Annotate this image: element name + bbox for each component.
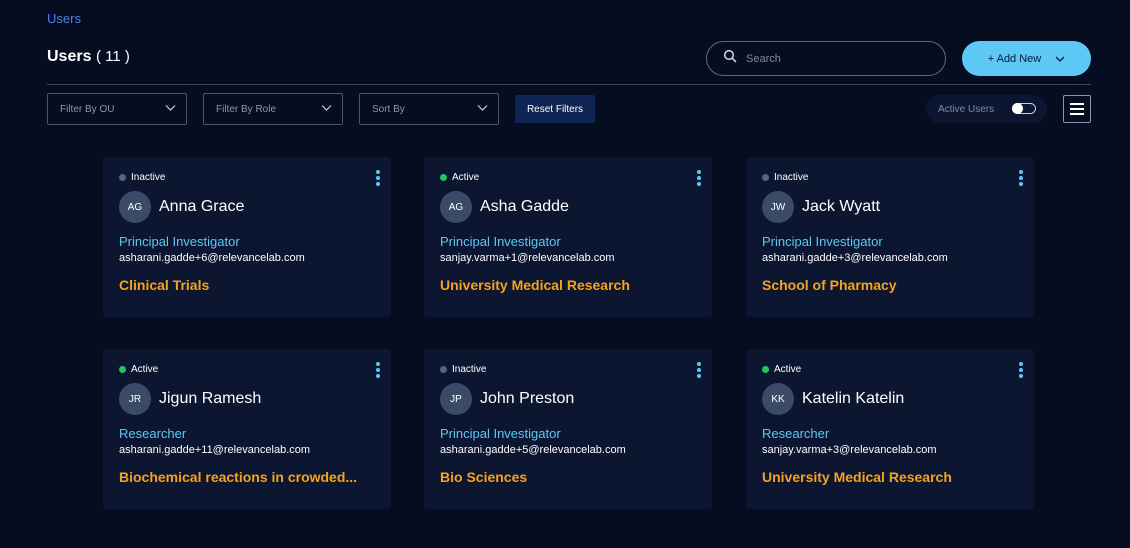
chevron-down-icon [321, 102, 332, 116]
avatar: JP [440, 383, 472, 415]
user-email: sanjay.varma+3@relevancelab.com [762, 444, 937, 456]
avatar: KK [762, 383, 794, 415]
user-role: Principal Investigator [440, 426, 561, 441]
user-role: Researcher [762, 426, 830, 441]
user-ou: Biochemical reactions in crowded... [119, 469, 358, 485]
more-options-icon[interactable] [696, 170, 702, 186]
user-name: Jack Wyatt [802, 198, 881, 215]
filter-by-ou-select[interactable]: Filter By OU [47, 93, 187, 125]
user-count: ( 11 ) [95, 48, 130, 65]
more-options-icon[interactable] [375, 170, 381, 186]
user-email: sanjay.varma+1@relevancelab.com [440, 252, 615, 264]
status-badge: Inactive [119, 172, 165, 183]
status-text: Active [774, 364, 802, 375]
avatar: AG [440, 191, 472, 223]
user-role: Principal Investigator [762, 234, 883, 249]
user-name: Anna Grace [159, 198, 245, 215]
filter-by-ou-label: Filter By OU [60, 103, 115, 115]
status-text: Active [452, 172, 480, 183]
user-email: asharani.gadde+3@relevancelab.com [762, 252, 948, 264]
status-dot [762, 174, 769, 181]
status-dot [440, 174, 447, 181]
status-badge: Active [119, 364, 158, 375]
hamburger-menu-icon[interactable] [1063, 95, 1091, 123]
user-name: Katelin Katelin [802, 390, 905, 407]
user-card[interactable]: Active JR Jigun Ramesh Researcher ashara… [103, 349, 391, 509]
status-badge: Inactive [762, 172, 808, 183]
user-card[interactable]: Inactive JP John Preston Principal Inves… [424, 349, 712, 509]
status-dot [119, 174, 126, 181]
user-role: Principal Investigator [440, 234, 561, 249]
more-options-icon[interactable] [1018, 362, 1024, 378]
active-users-toggle[interactable]: Active Users [926, 95, 1047, 123]
more-options-icon[interactable] [1018, 170, 1024, 186]
avatar: JW [762, 191, 794, 223]
user-name: John Preston [480, 390, 575, 407]
search-input[interactable] [746, 52, 936, 65]
active-users-label: Active Users [938, 103, 995, 115]
status-text: Inactive [131, 172, 166, 183]
more-options-icon[interactable] [696, 362, 702, 378]
status-badge: Active [440, 172, 479, 183]
page-title-text: Users [47, 48, 92, 65]
user-card[interactable]: Active AG Asha Gadde Principal Investiga… [424, 157, 712, 317]
active-users-switch[interactable] [1012, 103, 1036, 114]
status-badge: Inactive [440, 364, 486, 375]
avatar: AG [119, 191, 151, 223]
user-name: Asha Gadde [480, 198, 569, 215]
user-name: Jigun Ramesh [159, 390, 262, 407]
search-icon [723, 49, 737, 68]
page-title: Users ( 11 ) [47, 48, 130, 66]
user-email: asharani.gadde+11@relevancelab.com [119, 444, 311, 456]
switch-knob [1012, 103, 1023, 114]
status-dot [119, 366, 126, 373]
user-role: Principal Investigator [119, 234, 240, 249]
avatar: JR [119, 383, 151, 415]
user-card[interactable]: Active KK Katelin Katelin Researcher san… [746, 349, 1034, 509]
user-email: asharani.gadde+5@relevancelab.com [440, 444, 626, 456]
status-text: Inactive [452, 364, 487, 375]
status-text: Active [131, 364, 159, 375]
sort-by-label: Sort By [372, 103, 405, 115]
add-new-label: + Add New [987, 52, 1042, 65]
sort-by-select[interactable]: Sort By [359, 93, 499, 125]
chevron-down-icon [165, 102, 176, 116]
user-card[interactable]: Inactive AG Anna Grace Principal Investi… [103, 157, 391, 317]
user-card[interactable]: Inactive JW Jack Wyatt Principal Investi… [746, 157, 1034, 317]
user-ou: University Medical Research [440, 277, 630, 293]
reset-filters-button[interactable]: Reset Filters [515, 95, 595, 123]
user-ou: University Medical Research [762, 469, 952, 485]
user-email: asharani.gadde+6@relevancelab.com [119, 252, 305, 264]
user-ou: Clinical Trials [119, 277, 210, 293]
status-dot [762, 366, 769, 373]
filter-by-role-select[interactable]: Filter By Role [203, 93, 343, 125]
user-role: Researcher [119, 426, 187, 441]
status-badge: Active [762, 364, 801, 375]
filter-by-role-label: Filter By Role [216, 103, 277, 115]
user-ou: School of Pharmacy [762, 277, 897, 293]
more-options-icon[interactable] [375, 362, 381, 378]
header-divider [47, 84, 1091, 85]
chevron-down-icon [477, 102, 488, 116]
chevron-down-icon [1055, 54, 1065, 64]
status-text: Inactive [774, 172, 809, 183]
add-new-button[interactable]: + Add New [962, 41, 1091, 76]
status-dot [440, 366, 447, 373]
breadcrumb[interactable]: Users [47, 11, 81, 26]
search-box[interactable] [706, 41, 946, 76]
user-ou: Bio Sciences [440, 469, 528, 485]
